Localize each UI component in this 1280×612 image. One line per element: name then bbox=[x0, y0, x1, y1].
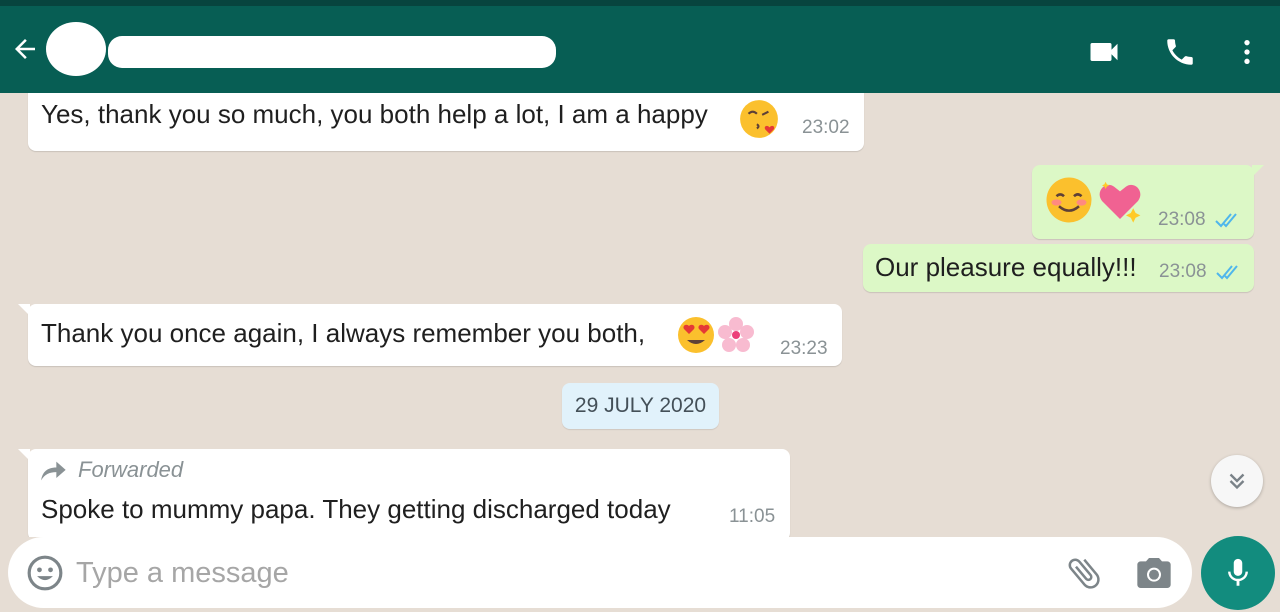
message-bubble-incoming[interactable]: Thank you once again, I always remember … bbox=[18, 304, 842, 366]
message-bubble-outgoing[interactable]: 23:08 bbox=[1032, 165, 1264, 239]
microphone-icon bbox=[1228, 558, 1248, 586]
forwarded-label: Forwarded bbox=[78, 457, 184, 482]
message-bubble-incoming[interactable]: Yes, thank you so much, you both help a … bbox=[28, 93, 864, 151]
video-call-button[interactable] bbox=[1086, 34, 1122, 70]
message-time: 23:08 bbox=[1159, 261, 1207, 282]
camera-icon[interactable] bbox=[1134, 553, 1174, 593]
bubble-tail bbox=[18, 304, 30, 316]
back-arrow-icon bbox=[15, 39, 35, 59]
contact-avatar[interactable] bbox=[46, 22, 106, 76]
message-time: 23:08 bbox=[1158, 209, 1206, 230]
voice-call-icon bbox=[1167, 39, 1193, 65]
message-text: Thank you once again, I always remember … bbox=[41, 318, 646, 348]
kissing-heart-emoji bbox=[740, 100, 778, 138]
video-call-icon bbox=[1090, 43, 1118, 61]
message-time: 23:02 bbox=[802, 117, 850, 138]
emoji-picker-icon[interactable] bbox=[26, 554, 64, 592]
message-time: 23:23 bbox=[780, 338, 828, 359]
contact-name[interactable] bbox=[108, 36, 556, 68]
chat-header bbox=[0, 6, 1280, 93]
attach-icon[interactable] bbox=[1064, 553, 1104, 593]
double-chevron-down-icon bbox=[1229, 473, 1245, 490]
read-ticks-icon bbox=[1216, 265, 1238, 280]
read-ticks-icon bbox=[1215, 213, 1237, 228]
voice-call-button[interactable] bbox=[1162, 34, 1198, 70]
scroll-to-bottom-button[interactable] bbox=[1211, 455, 1263, 507]
back-button[interactable] bbox=[8, 32, 42, 66]
more-options-button[interactable] bbox=[1229, 34, 1265, 70]
message-text: Yes, thank you so much, you both help a … bbox=[41, 99, 708, 129]
message-time: 11:05 bbox=[729, 506, 776, 527]
smiling-blush-emoji bbox=[1046, 177, 1092, 223]
heart-eyes-emoji bbox=[678, 317, 714, 353]
more-vert-icon bbox=[1244, 40, 1250, 64]
message-list[interactable]: Yes, thank you so much, you both help a … bbox=[0, 93, 1280, 537]
cherry-blossom-emoji bbox=[718, 317, 754, 352]
voice-record-button[interactable] bbox=[1201, 536, 1275, 610]
message-input[interactable] bbox=[76, 551, 1036, 595]
message-text: Spoke to mummy papa. They getting discha… bbox=[41, 494, 671, 524]
bubble-tail bbox=[18, 449, 30, 461]
bubble-tail bbox=[1252, 165, 1264, 177]
forward-arrow-icon bbox=[41, 461, 66, 481]
message-composer bbox=[8, 537, 1192, 608]
date-separator: 29 JULY 2020 bbox=[562, 383, 719, 429]
message-text: Our pleasure equally!!! bbox=[875, 252, 1137, 282]
sparkling-heart-emoji bbox=[1099, 181, 1141, 223]
message-bubble-forwarded[interactable]: Forwarded Spoke to mummy papa. They gett… bbox=[18, 449, 790, 537]
message-bubble-outgoing[interactable]: Our pleasure equally!!! 23:08 bbox=[863, 244, 1254, 292]
